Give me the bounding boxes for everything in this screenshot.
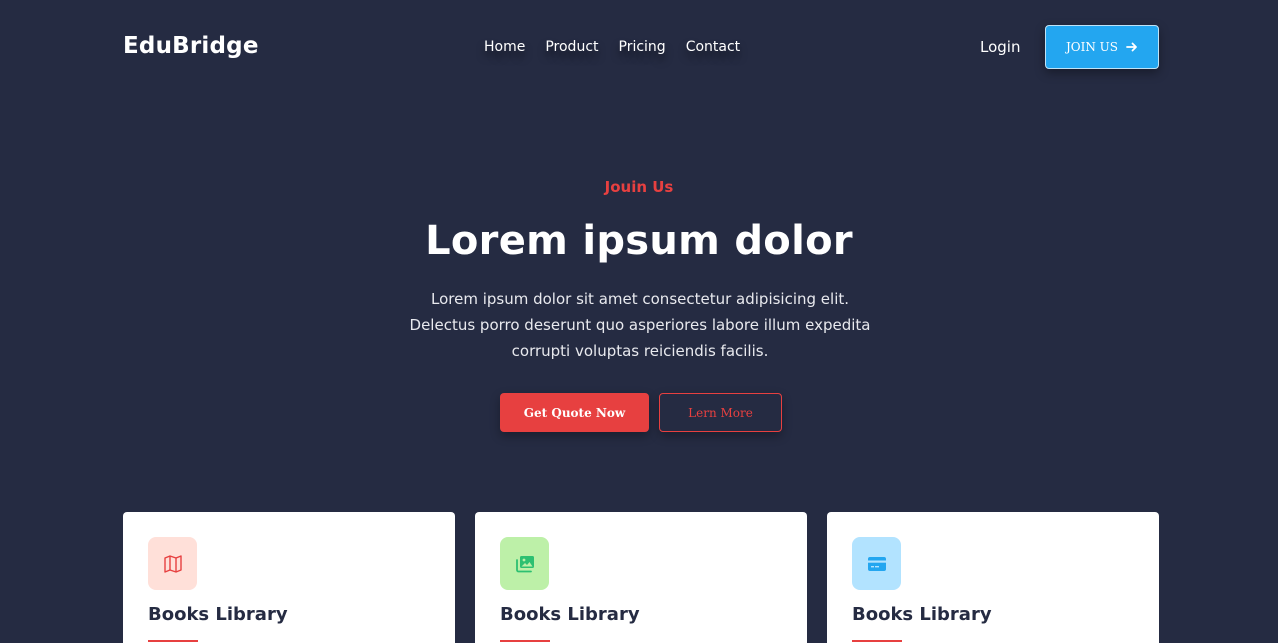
images-icon (515, 555, 534, 572)
learn-more-button[interactable]: Lern More (659, 393, 782, 432)
card-title: Books Library (148, 604, 288, 625)
hero-description: Lorem ipsum dolor sit amet consectetur a… (409, 290, 871, 360)
card-divider (852, 640, 902, 642)
card-title: Books Library (852, 604, 992, 625)
nav-contact[interactable]: Contact (686, 39, 740, 57)
feature-card: Books Library (475, 512, 807, 643)
login-link[interactable]: Login (980, 38, 1020, 56)
hero-eyebrow: Jouin Us (604, 178, 674, 196)
card-icon-container (148, 537, 197, 590)
card-divider (500, 640, 550, 642)
feature-card: Books Library (827, 512, 1159, 643)
card-title: Books Library (500, 604, 640, 625)
nav-product[interactable]: Product (545, 39, 598, 57)
card-icon-container (852, 537, 901, 590)
feature-card: Books Library (123, 512, 455, 643)
page: EduBridge Home Product Pricing Contact L… (0, 0, 1278, 643)
nav-home[interactable]: Home (484, 39, 525, 57)
arrow-right-icon (1126, 42, 1137, 52)
hero-title: Lorem ipsum dolor (425, 218, 853, 264)
map-icon (163, 554, 182, 573)
nav-pricing[interactable]: Pricing (619, 39, 666, 57)
brand-logo[interactable]: EduBridge (123, 33, 259, 59)
card-icon-container (500, 537, 549, 590)
get-quote-button[interactable]: Get Quote Now (500, 393, 649, 432)
card-divider (148, 640, 198, 642)
main-nav: Home Product Pricing Contact (484, 39, 760, 57)
join-us-button[interactable]: JOIN US (1045, 25, 1159, 69)
join-us-label: JOIN US (1065, 40, 1119, 54)
credit-card-icon (867, 556, 886, 571)
